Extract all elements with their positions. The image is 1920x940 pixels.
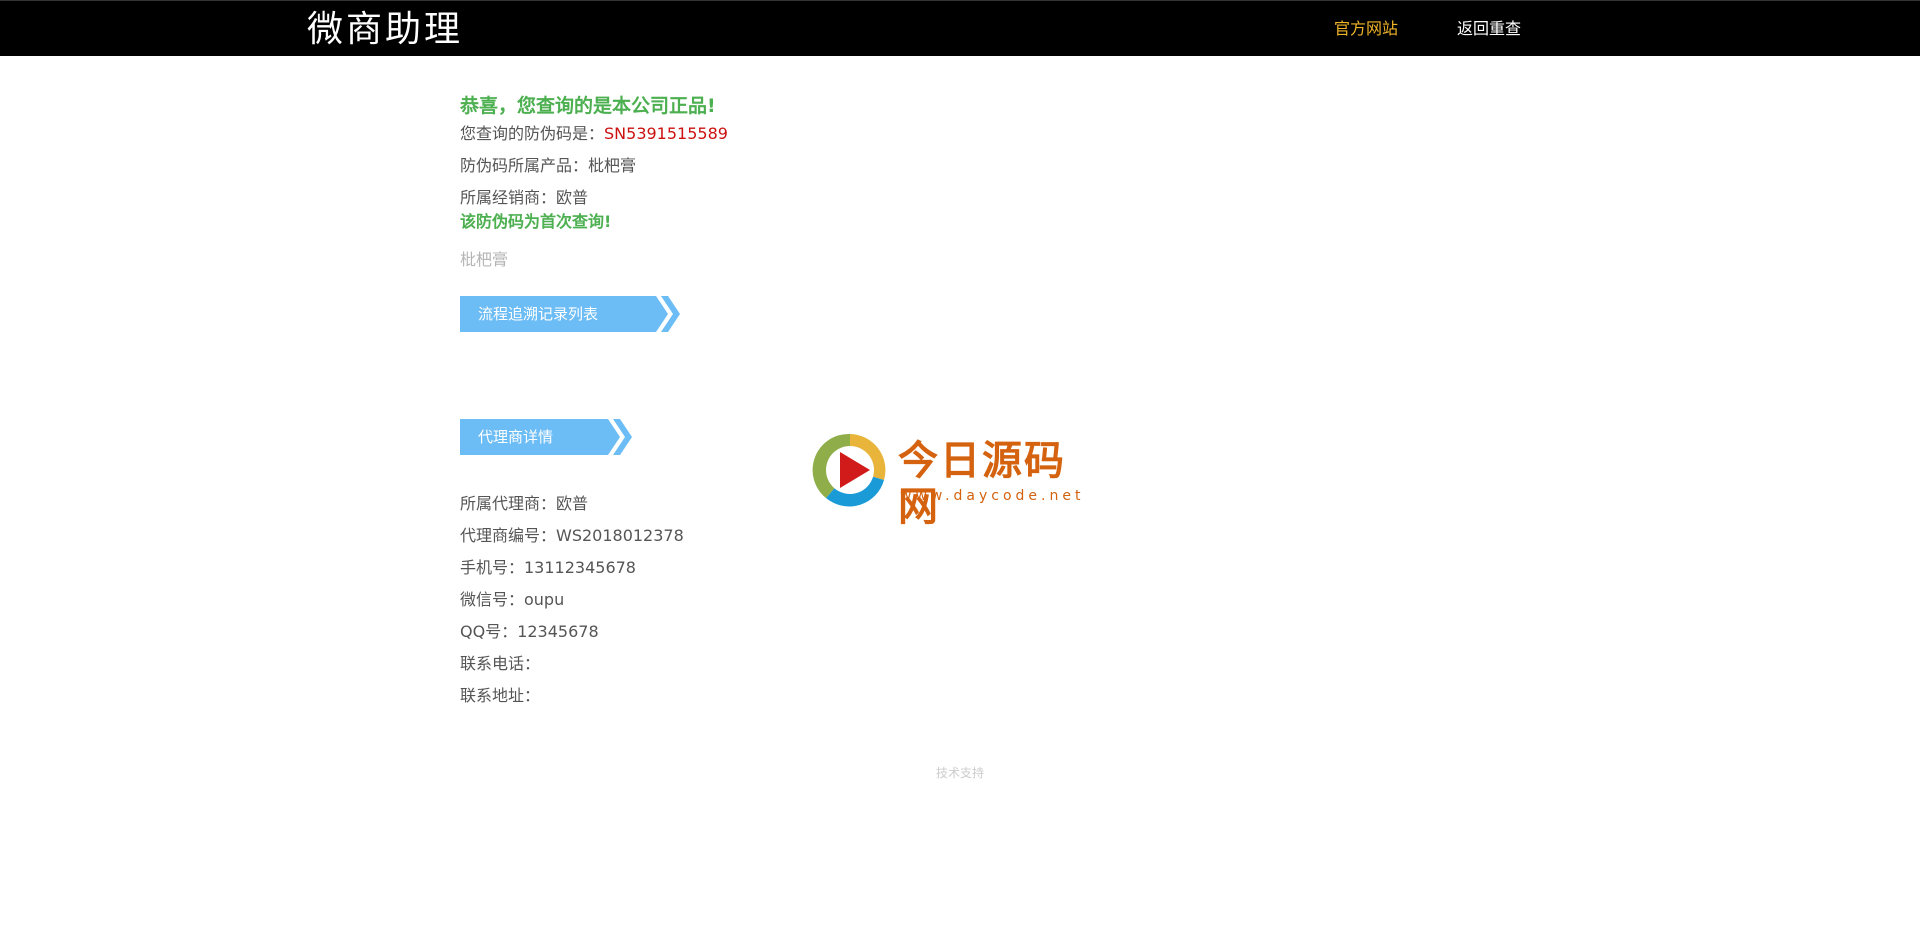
first-query-notice: 该防伪码为首次查询! [460, 212, 612, 231]
code-value: SN5391515589 [604, 124, 728, 143]
nav-official-site-link[interactable]: 官方网站 [1334, 19, 1398, 39]
product-line: 防伪码所属产品：枇杷膏 [460, 156, 637, 175]
ribbon-chevron-icon [646, 296, 680, 332]
verification-headline: 恭喜，您查询的是本公司正品! [460, 95, 716, 117]
code-line: 您查询的防伪码是：SN5391515589 [460, 124, 728, 144]
brand-logo-text: 微商助理 [307, 9, 464, 50]
watermark-title: 今日源码网 [898, 438, 1066, 530]
agent-field-wechat: 微信号：oupu [460, 590, 565, 609]
agent-field-id: 代理商编号：WS2018012378 [460, 526, 684, 545]
agent-section-title: 代理商详情 [460, 419, 598, 455]
agent-field-phone: 联系电话： [460, 654, 541, 673]
code-label: 您查询的防伪码是： [460, 124, 605, 143]
nav-back-requery-link[interactable]: 返回重查 [1457, 19, 1521, 39]
top-nav-bar: 微商助理 官方网站 返回重查 [0, 0, 1920, 56]
product-name-caption: 枇杷膏 [460, 250, 509, 269]
agent-field-qq: QQ号：12345678 [460, 622, 599, 641]
trace-section-title: 流程追溯记录列表 [460, 296, 646, 332]
watermark-logo: 今日源码网 www.daycode.net [812, 432, 1102, 530]
agent-field-address: 联系地址： [460, 686, 541, 705]
play-logo-icon [812, 433, 886, 507]
agent-section-header: 代理商详情 [460, 419, 638, 455]
agent-field-name: 所属代理商：欧普 [460, 494, 589, 513]
agent-field-mobile: 手机号：13112345678 [460, 558, 636, 577]
watermark-url: www.daycode.net [900, 488, 1085, 504]
trace-section-header: 流程追溯记录列表 [460, 296, 686, 332]
dealer-line: 所属经销商：欧普 [460, 188, 589, 207]
ribbon-chevron-icon [598, 419, 632, 455]
footer-credit: 技术支持 [935, 766, 984, 780]
